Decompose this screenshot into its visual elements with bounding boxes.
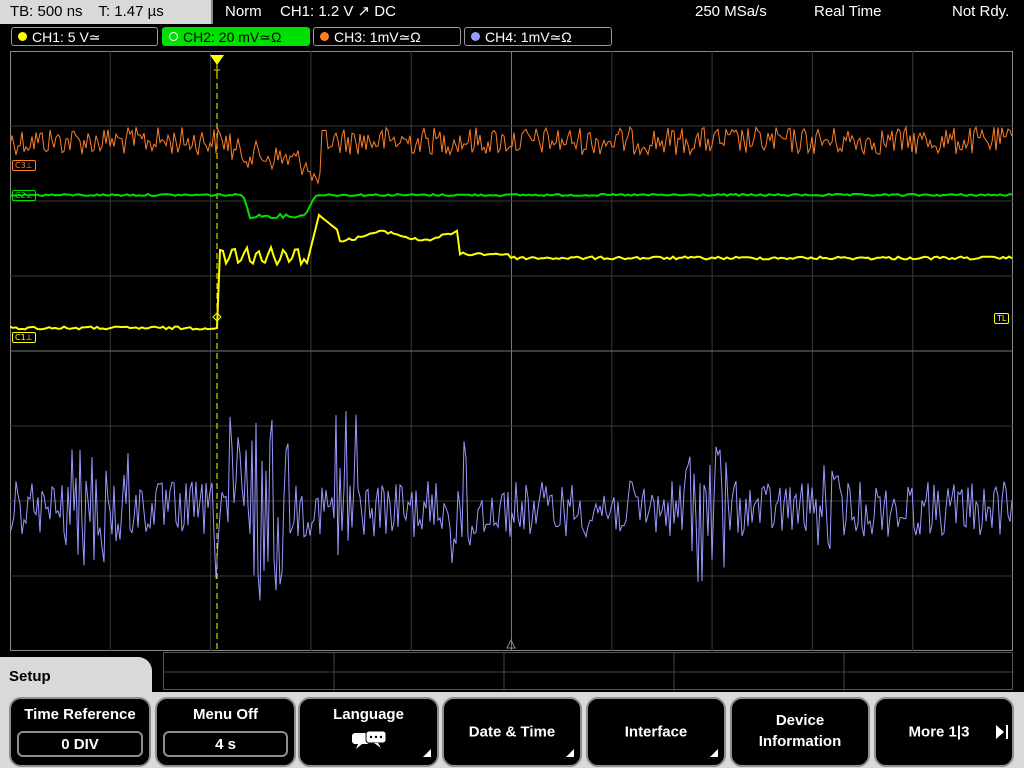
sample-rate: 250 MSa/s <box>695 3 767 20</box>
softkey-label: Date & Time <box>468 723 556 741</box>
trigger-mode[interactable]: Norm <box>225 0 262 24</box>
ch3-ground-marker[interactable]: C3⊥ <box>12 160 36 171</box>
softkey-label: Interface <box>624 723 688 741</box>
softkey-value: 4 s <box>163 731 288 757</box>
trigger-time-value: T: 1.47 µs <box>98 3 164 20</box>
speech-bubbles-icon <box>352 730 387 749</box>
ch1-ground-marker[interactable]: C1⊥ <box>12 332 36 343</box>
ch1-dot-icon <box>18 32 27 41</box>
trigger-position-icon[interactable] <box>210 55 224 65</box>
acquisition-state: Not Rdy. <box>952 3 1010 20</box>
time-reference-softkey[interactable]: Time Reference 0 DIV <box>9 697 151 767</box>
channel-label: CH3: 1mV≃Ω <box>334 29 421 45</box>
channel-tab-ch2[interactable]: CH2: 20 mV≃Ω <box>162 27 310 46</box>
date-time-softkey[interactable]: Date & Time <box>442 697 582 767</box>
softkey-label-line1: Device <box>775 712 825 729</box>
next-page-icon <box>996 725 1004 739</box>
softkey-label-line2: Information <box>758 733 842 750</box>
ch2-dot-icon <box>169 32 178 41</box>
channel-label: CH1: 5 V≃ <box>32 29 101 45</box>
softkey-label: Language <box>333 706 404 723</box>
menu-off-softkey[interactable]: Menu Off 4 s <box>155 697 296 767</box>
acquisition-mode: Real Time <box>814 3 882 20</box>
more-softkey[interactable]: More 1|3 <box>874 697 1014 767</box>
next-page-bar-icon <box>1006 725 1008 739</box>
channel-tab-ch3[interactable]: CH3: 1mV≃Ω <box>313 27 461 46</box>
ch3-dot-icon <box>320 32 329 41</box>
channel-tab-ch1[interactable]: CH1: 5 V≃ <box>11 27 158 46</box>
trigger-info[interactable]: CH1: 1.2 V ↗ DC <box>280 0 396 24</box>
softkey-label: More 1|3 <box>908 723 970 741</box>
interface-softkey[interactable]: Interface <box>586 697 726 767</box>
channel-label: CH2: 20 mV≃Ω <box>183 29 282 45</box>
ch4-dot-icon <box>471 32 480 41</box>
menu-title: Setup <box>0 657 152 697</box>
secondary-grid-lines <box>164 653 1014 691</box>
ch2-ground-marker[interactable]: C2⊥ <box>12 190 36 201</box>
language-softkey[interactable]: Language <box>298 697 439 767</box>
trigger-marker-label: T <box>214 68 221 80</box>
submenu-corner-icon <box>710 749 718 757</box>
timebase-box[interactable]: TB: 500 ns T: 1.47 µs <box>0 0 213 24</box>
softkey-value: 0 DIV <box>17 731 143 757</box>
softkey-label: Menu Off <box>193 706 258 723</box>
timebase-value: TB: 500 ns <box>10 3 83 20</box>
device-information-softkey[interactable]: Device Information <box>730 697 870 767</box>
trigger-level-marker[interactable]: TL <box>994 313 1010 324</box>
softkey-label: Time Reference <box>24 706 136 723</box>
submenu-corner-icon <box>566 749 574 757</box>
submenu-corner-icon <box>423 749 431 757</box>
waveform-display[interactable]: T <box>10 51 1013 651</box>
channel-label: CH4: 1mV≃Ω <box>485 29 572 45</box>
secondary-grid <box>163 652 1014 691</box>
channel-tab-ch4[interactable]: CH4: 1mV≃Ω <box>464 27 612 46</box>
